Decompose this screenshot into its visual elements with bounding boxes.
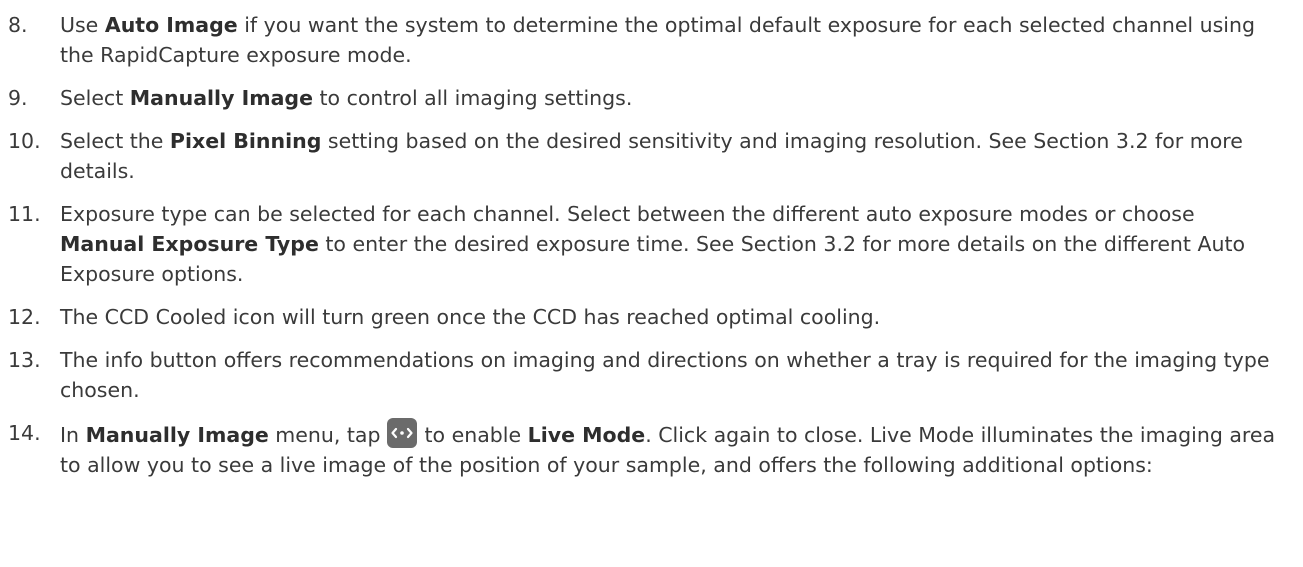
numbered-steps-list: 8. Use Auto Image if you want the system … bbox=[0, 10, 1303, 480]
text-run: The info button offers recommendations o… bbox=[60, 348, 1270, 402]
text-run: Select bbox=[60, 86, 130, 110]
text-run: Exposure type can be selected for each c… bbox=[60, 202, 1195, 226]
bold-term: Manual Exposure Type bbox=[60, 232, 319, 256]
step-number: 8. bbox=[8, 13, 28, 37]
step-text: Select Manually Image to control all ima… bbox=[60, 86, 632, 110]
step-text: Exposure type can be selected for each c… bbox=[60, 202, 1245, 286]
text-run: to enable bbox=[424, 423, 528, 447]
step-text: The info button offers recommendations o… bbox=[60, 348, 1269, 402]
document-page: 8. Use Auto Image if you want the system … bbox=[0, 0, 1303, 567]
live-mode-icon bbox=[386, 418, 417, 448]
step-item: 12. The CCD Cooled icon will turn green o… bbox=[0, 302, 1303, 332]
step-item: 13. The info button offers recommendation… bbox=[0, 345, 1303, 405]
step-number: 13. bbox=[8, 348, 41, 372]
step-item: 8. Use Auto Image if you want the system … bbox=[0, 10, 1303, 70]
step-item: 14. In Manually Image menu, tap to enable … bbox=[0, 418, 1303, 480]
step-number: 14. bbox=[8, 421, 41, 445]
text-run: The CCD Cooled icon will turn green once… bbox=[60, 305, 881, 329]
step-text: In Manually Image menu, tap to enable Liv… bbox=[60, 418, 1275, 477]
step-item: 9. Select Manually Image to control all i… bbox=[0, 83, 1303, 113]
step-item: 11. Exposure type can be selected for eac… bbox=[0, 199, 1303, 289]
step-number: 9. bbox=[8, 86, 28, 110]
bold-term: Manually Image bbox=[85, 423, 269, 447]
text-run: Use bbox=[60, 13, 105, 37]
text-run: In bbox=[60, 423, 86, 447]
step-number: 11. bbox=[8, 202, 41, 226]
bold-term: Auto Image bbox=[104, 13, 238, 37]
step-text: Select the Pixel Binning setting based o… bbox=[60, 129, 1243, 183]
step-text: The CCD Cooled icon will turn green once… bbox=[60, 305, 880, 329]
bold-term: Live Mode bbox=[527, 423, 646, 447]
text-run: to control all imaging settings. bbox=[312, 86, 633, 110]
bold-term: Manually Image bbox=[129, 86, 313, 110]
step-text: Use Auto Image if you want the system to… bbox=[60, 13, 1255, 67]
step-number: 10. bbox=[8, 129, 41, 153]
step-number: 12. bbox=[8, 305, 41, 329]
text-run: menu, tap bbox=[268, 423, 381, 447]
text-run: if you want the system to determine the … bbox=[60, 13, 1256, 67]
text-run: Select the bbox=[60, 129, 170, 153]
bold-term: Pixel Binning bbox=[169, 129, 322, 153]
step-item: 10. Select the Pixel Binning setting base… bbox=[0, 126, 1303, 186]
